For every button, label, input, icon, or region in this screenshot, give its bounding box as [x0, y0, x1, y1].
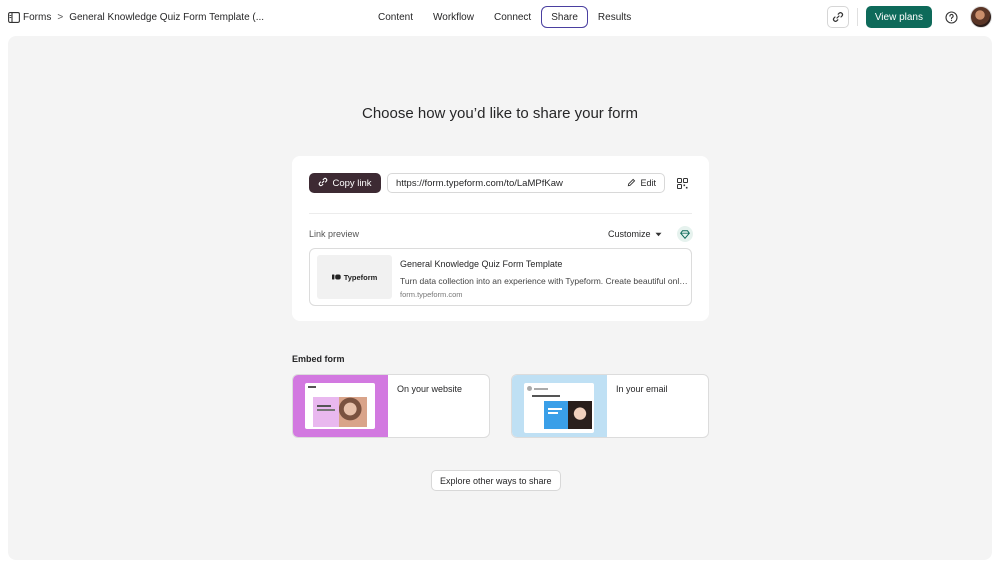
- toolbar-divider: [856, 8, 858, 26]
- breadcrumb-form-title[interactable]: General Knowledge Quiz Form Template (..…: [69, 12, 264, 23]
- email-embed-illustration: [512, 375, 607, 437]
- share-canvas: Choose how you’d like to share your form…: [8, 36, 992, 560]
- customize-label: Customize: [608, 229, 651, 239]
- link-preview-label: Link preview: [309, 229, 360, 239]
- preview-thumbnail: Typeform: [317, 255, 392, 299]
- embed-email-option[interactable]: In your email: [511, 374, 709, 438]
- preview-description: Turn data collection into an experience …: [400, 276, 688, 286]
- mini-webpage: [305, 383, 375, 429]
- breadcrumb-forms-link[interactable]: Forms: [23, 12, 51, 23]
- top-bar: Forms > General Knowledge Quiz Form Temp…: [0, 0, 1000, 34]
- copy-link-label: Copy link: [332, 177, 372, 189]
- link-icon[interactable]: [826, 6, 849, 28]
- explore-share-button[interactable]: Explore other ways to share: [431, 470, 561, 491]
- link-preview: Typeform General Knowledge Quiz Form Tem…: [309, 248, 692, 306]
- edit-label: Edit: [640, 178, 656, 188]
- tab-connect[interactable]: Connect: [484, 6, 541, 28]
- view-plans-button[interactable]: View plans: [865, 6, 932, 28]
- share-link-card: Copy link https://form.typeform.com/to/L…: [292, 156, 709, 321]
- breadcrumb-separator: >: [57, 11, 64, 23]
- tab-share[interactable]: Share: [541, 6, 588, 28]
- pencil-icon: [627, 178, 636, 189]
- website-embed-illustration: [293, 375, 388, 437]
- diamond-icon[interactable]: [677, 226, 693, 242]
- embed-website-option[interactable]: On your website: [292, 374, 490, 438]
- embed-form-title: Embed form: [292, 354, 345, 364]
- avatar[interactable]: [970, 6, 992, 28]
- tab-content[interactable]: Content: [368, 6, 423, 28]
- caret-down-icon: [655, 229, 662, 239]
- breadcrumb: Forms > General Knowledge Quiz Form Temp…: [8, 9, 264, 25]
- edit-url-button[interactable]: Edit: [627, 178, 656, 189]
- tab-workflow[interactable]: Workflow: [423, 6, 484, 28]
- preview-brand: Typeform: [343, 272, 378, 282]
- qr-code-icon[interactable]: [675, 176, 689, 190]
- preview-domain: form.typeform.com: [400, 290, 463, 299]
- link-icon: [318, 177, 328, 190]
- copy-link-button[interactable]: Copy link: [309, 173, 381, 193]
- card-divider: [309, 213, 692, 214]
- embed-email-label: In your email: [616, 384, 668, 394]
- mini-email: [524, 383, 594, 433]
- preview-title: General Knowledge Quiz Form Template: [400, 259, 563, 269]
- toolbar-right: View plans: [826, 6, 992, 28]
- tab-results[interactable]: Results: [588, 6, 641, 28]
- share-url: https://form.typeform.com/to/LaMPfKaw: [396, 177, 563, 189]
- help-icon[interactable]: [940, 6, 962, 28]
- page-title: Choose how you’d like to share your form: [362, 105, 638, 122]
- embed-website-label: On your website: [397, 384, 463, 394]
- typeform-logo-icon: [331, 273, 341, 282]
- customize-dropdown[interactable]: Customize: [608, 229, 662, 239]
- forms-icon[interactable]: [8, 11, 20, 23]
- share-url-field[interactable]: https://form.typeform.com/to/LaMPfKaw Ed…: [387, 173, 665, 193]
- section-tabs: Content Workflow Connect Share Results: [368, 6, 641, 28]
